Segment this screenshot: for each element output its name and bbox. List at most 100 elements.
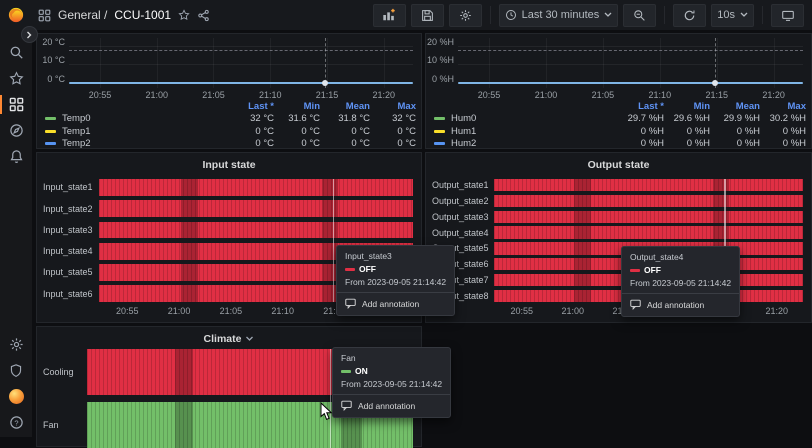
state-bar[interactable] — [99, 179, 413, 196]
state-bar[interactable] — [99, 221, 413, 239]
state-row-label: Fan — [43, 420, 59, 430]
series-line — [69, 82, 413, 84]
state-bar[interactable] — [494, 194, 803, 208]
star-icon[interactable] — [178, 9, 190, 21]
dashboard-settings-button[interactable] — [448, 3, 482, 27]
state-bar[interactable] — [494, 210, 803, 223]
x-tick: 21:20 — [762, 90, 785, 100]
panel-title[interactable]: Output state — [426, 153, 811, 173]
state-row: Output_state3 — [432, 210, 803, 223]
legend-column-header[interactable]: Min — [274, 101, 320, 112]
legend-row: Temp2 0 °C 0 °C 0 °C 0 °C — [45, 138, 416, 151]
state-bar[interactable] — [99, 200, 413, 217]
legend-stat-value: 0 °C — [351, 138, 370, 150]
legend-column-header[interactable]: Max — [760, 101, 806, 112]
legend-stat-value: 0 °C — [255, 138, 274, 150]
legend-column-header[interactable]: Mean — [320, 101, 370, 112]
state-row: Output_state7 — [432, 273, 803, 287]
sidebar-item-server-admin[interactable] — [0, 358, 32, 383]
state-band — [574, 194, 592, 208]
sidebar-item-search[interactable] — [0, 40, 32, 65]
legend-column-header[interactable]: Min — [664, 101, 710, 112]
sidebar-item-alerting[interactable] — [0, 144, 32, 169]
crosshair-point — [322, 80, 329, 86]
sidebar-item-dashboards[interactable] — [0, 92, 32, 117]
x-tick: 20:55 — [510, 306, 534, 316]
panel-output-state[interactable]: Output state Output_state1 Output_state2 O… — [425, 152, 812, 323]
legend-column-header[interactable]: Last * — [216, 101, 274, 112]
sidebar-item-starred[interactable] — [0, 66, 32, 91]
save-dashboard-button[interactable] — [410, 3, 444, 27]
add-annotation-button[interactable]: Add annotation — [630, 299, 731, 311]
state-band — [180, 200, 198, 217]
star-icon — [8, 71, 24, 85]
dashboards-grid-icon[interactable] — [38, 9, 51, 22]
x-tick: 21:20 — [372, 90, 396, 100]
legend-series-label[interactable]: Hum0 — [434, 113, 606, 124]
legend-series-label[interactable]: Temp2 — [45, 138, 216, 149]
series-swatch-icon — [45, 117, 56, 121]
legend-column-header[interactable]: Max — [370, 101, 416, 112]
state-row-label: Input_state5 — [43, 267, 93, 278]
add-annotation-button[interactable]: Add annotation — [341, 400, 442, 412]
refresh-interval-picker[interactable]: 10s — [711, 3, 754, 27]
sidebar-expand-button[interactable] — [21, 26, 38, 43]
y-tick: 0 %H — [431, 74, 454, 84]
sidebar-item-help[interactable]: ? — [0, 410, 32, 435]
refresh-button[interactable] — [673, 3, 707, 27]
add-panel-button[interactable] — [372, 3, 406, 27]
state-bar[interactable] — [494, 226, 803, 239]
legend-series-label[interactable]: Temp0 — [45, 113, 216, 124]
legend-stat-value: 0 °C — [255, 125, 274, 137]
legend-series-label[interactable]: Temp1 — [45, 126, 216, 137]
legend-stat-value: 0 %H — [640, 138, 664, 150]
time-range-picker[interactable]: Last 30 minutes — [498, 3, 619, 27]
panel-humidity[interactable]: 20 %H 10 %H 0 %H 20:55 21:00 21:05 21:10 21:… — [425, 33, 812, 149]
gridline — [458, 64, 803, 65]
grafana-logo[interactable] — [0, 6, 32, 24]
sidebar-item-configuration[interactable] — [0, 332, 32, 357]
zoom-out-button[interactable] — [623, 3, 657, 27]
legend-series-label[interactable]: Hum1 — [434, 126, 606, 137]
legend-column-header[interactable]: Mean — [710, 101, 760, 112]
x-tick: 20:55 — [88, 90, 112, 100]
dashboard-title[interactable]: CCU-1001 — [114, 8, 171, 22]
sidebar-item-profile[interactable] — [0, 384, 32, 409]
state-row: Output_state1 — [432, 179, 803, 192]
help-icon: ? — [9, 416, 23, 429]
state-bar[interactable] — [494, 179, 803, 192]
state-band — [574, 210, 592, 223]
dashboards-grid-icon — [9, 97, 23, 112]
x-axis: 20:55 21:00 21:05 21:10 21:15 21:20 — [458, 90, 803, 100]
legend-stat-value: 30.2 %H — [769, 113, 806, 125]
panel-title[interactable]: Climate — [37, 327, 421, 347]
breadcrumb-section[interactable]: General / — [58, 8, 107, 22]
legend-stat-value: 0 °C — [397, 125, 416, 137]
state-band — [175, 349, 193, 395]
state-band — [321, 179, 338, 196]
panel-temperature[interactable]: 20 °C 10 °C 0 °C 20:55 21:00 21:05 21:10 21:… — [36, 33, 422, 149]
panel-title[interactable]: Input state — [37, 153, 421, 173]
state-band — [321, 200, 338, 217]
legend-stat-value: 29.6 %H — [673, 113, 710, 125]
gridline — [458, 46, 803, 47]
legend-series-label[interactable]: Hum2 — [434, 138, 606, 149]
legend-column-header[interactable]: Last * — [606, 101, 664, 112]
x-axis: 20:55 21:00 21:05 21:10 21:15 21:20 — [69, 90, 413, 100]
time-series-plot[interactable] — [69, 38, 413, 88]
state-row-label: Input_state4 — [43, 246, 93, 257]
tv-kiosk-mode-button[interactable] — [771, 3, 804, 27]
state-row: Output_state2 — [432, 194, 803, 208]
comment-icon — [341, 400, 352, 411]
legend-stat-value: 0 %H — [640, 125, 664, 137]
sidebar-item-explore[interactable] — [0, 118, 32, 143]
share-icon[interactable] — [197, 9, 210, 22]
legend-row: Hum2 0 %H 0 %H 0 %H 0 %H — [434, 138, 806, 151]
legend-stat-value: 0 %H — [686, 138, 710, 150]
add-annotation-button[interactable]: Add annotation — [345, 298, 446, 310]
legend-stat-value: 32 °C — [392, 113, 416, 125]
time-series-plot[interactable] — [458, 38, 803, 88]
state-row-label: Output_state1 — [432, 180, 489, 191]
divider — [489, 6, 491, 24]
state-band — [713, 179, 729, 192]
